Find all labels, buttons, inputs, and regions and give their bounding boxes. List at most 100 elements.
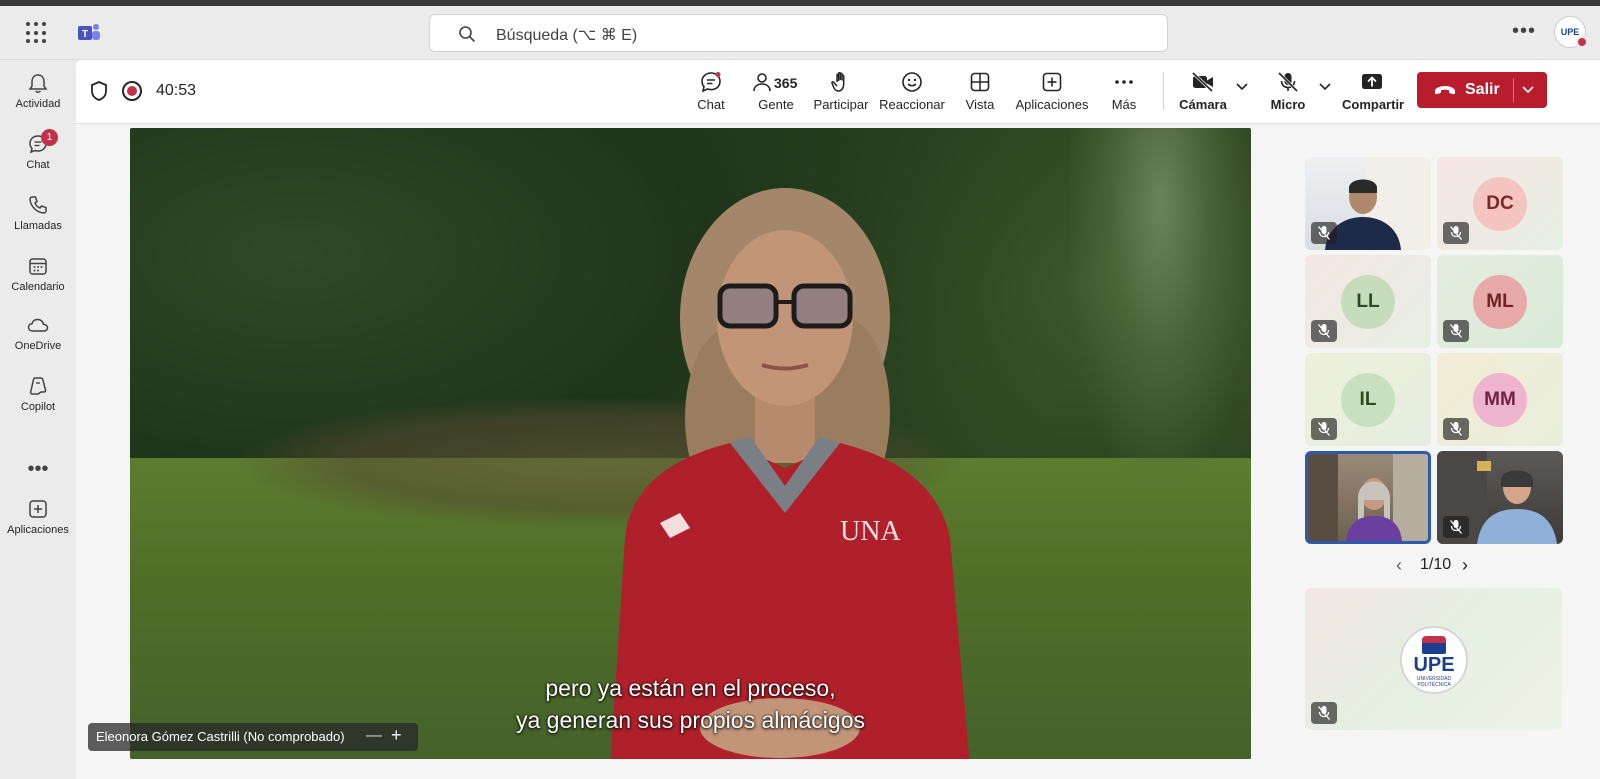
settings-more-button[interactable]: ••• [1512, 20, 1536, 43]
chat-icon [701, 72, 721, 93]
teams-logo-icon: T [78, 24, 100, 40]
rail-item-calls[interactable]: Llamadas [0, 186, 76, 244]
camera-button[interactable]: Cámara [1178, 66, 1228, 120]
participant-tile-video[interactable] [1437, 451, 1563, 544]
apps-label: Aplicaciones [1015, 97, 1089, 112]
bell-icon [28, 74, 48, 93]
toolbar-divider [1163, 72, 1164, 110]
mic-label: Micro [1270, 97, 1306, 112]
speaker-name: Eleonora Gómez Castrilli (No comprobado) [96, 729, 345, 744]
pager-page-indicator: 1/10 [1420, 556, 1452, 573]
cloud-icon [27, 318, 49, 332]
share-button[interactable]: Compartir [1342, 66, 1405, 120]
title-bar: T Búsqueda (⌥ ⌘ E) ••• UPE [0, 6, 1600, 60]
people-label: Gente [758, 97, 794, 112]
chat-unread-badge: 1 [41, 129, 58, 146]
upe-logo-text: UPE [1413, 654, 1455, 676]
pager-prev-button[interactable]: ‹ [1396, 555, 1402, 576]
participant-tile-initials[interactable]: ML [1437, 255, 1563, 348]
search-icon [459, 26, 475, 42]
participant-tile-initials[interactable]: DC [1437, 157, 1563, 250]
participant-tile-initials[interactable]: LL [1305, 255, 1431, 348]
presence-busy-icon [1576, 36, 1588, 48]
more-icon [1115, 80, 1133, 84]
raise-hand-label: Participar [813, 97, 869, 112]
add-apps-icon [29, 500, 47, 518]
rail-label: Chat [26, 159, 50, 171]
muted-mic-indicator [1443, 418, 1469, 440]
mic-off-icon [1318, 226, 1330, 240]
leave-options-chevron-icon[interactable] [1521, 85, 1535, 95]
mic-off-icon [1450, 422, 1462, 436]
caption-line-1: pero ya están en el proceso, [545, 675, 836, 701]
smiley-icon [902, 72, 922, 92]
react-label: Reaccionar [879, 97, 945, 112]
main-speaker-video[interactable]: UNA pero ya están en el proceso, ya gene… [130, 128, 1251, 759]
chat-label: Chat [697, 97, 725, 112]
rail-label: OneDrive [14, 340, 62, 352]
share-label: Compartir [1342, 97, 1405, 112]
rail-item-onedrive[interactable]: OneDrive [0, 306, 76, 364]
rail-item-copilot[interactable]: Copilot [0, 367, 76, 425]
search-placeholder: Búsqueda (⌥ ⌘ E) [496, 27, 638, 44]
rail-item-chat[interactable]: Chat 1 [0, 125, 76, 183]
mic-off-icon [1318, 706, 1330, 720]
add-apps-icon [1042, 72, 1062, 92]
room-tile[interactable]: UPE UNIVERSIDAD POLITECNICA [1305, 588, 1562, 730]
chat-button[interactable]: Chat [690, 66, 732, 120]
people-icon [753, 73, 771, 92]
upe-logo-subtext: UNIVERSIDAD POLITECNICA [1416, 676, 1452, 688]
participant-tile-video-active[interactable] [1305, 451, 1431, 544]
copilot-icon [29, 377, 47, 395]
mic-off-icon [1277, 71, 1299, 93]
people-button[interactable]: 365 Gente [748, 66, 804, 120]
zoom-in-button[interactable]: + [391, 725, 402, 746]
upe-crest-icon [1422, 636, 1446, 654]
app-launcher-icon[interactable] [26, 22, 48, 44]
recording-icon [122, 81, 142, 101]
participant-tile-initials[interactable]: MM [1437, 353, 1563, 446]
participant-avatar: MM [1473, 373, 1527, 427]
muted-mic-indicator [1311, 222, 1337, 244]
participant-tile-video[interactable] [1305, 157, 1431, 250]
muted-mic-indicator [1311, 702, 1337, 724]
participant-avatar: LL [1341, 275, 1395, 329]
participant-avatar: DC [1473, 177, 1527, 231]
camera-options-chevron-icon[interactable] [1235, 82, 1249, 92]
upe-logo: UPE UNIVERSIDAD POLITECNICA [1400, 626, 1468, 694]
rail-label: Aplicaciones [7, 524, 69, 536]
people-count: 365 [774, 75, 798, 91]
more-label: Más [1111, 97, 1137, 112]
leave-divider [1513, 78, 1514, 102]
video-background-trees [1070, 128, 1251, 488]
react-button[interactable]: Reaccionar [878, 66, 946, 120]
mic-off-icon [1450, 324, 1462, 338]
app-rail: Actividad Chat 1 Llamadas Calendario One… [0, 60, 76, 779]
rail-item-calendar[interactable]: Calendario [0, 247, 76, 305]
svg-text:T: T [82, 29, 88, 40]
rail-item-activity[interactable]: Actividad [0, 64, 76, 122]
participant-avatar: IL [1341, 373, 1395, 427]
rail-more-apps-button[interactable]: ••• [0, 458, 76, 481]
participant-avatar: ML [1473, 275, 1527, 329]
mic-off-icon [1318, 324, 1330, 338]
speaker-name-tag: Eleonora Gómez Castrilli (No comprobado)… [88, 723, 418, 751]
pager-next-button[interactable]: › [1462, 555, 1468, 576]
search-box[interactable]: Búsqueda (⌥ ⌘ E) [429, 14, 1168, 52]
mic-options-chevron-icon[interactable] [1318, 82, 1332, 92]
rail-label: Llamadas [14, 220, 62, 232]
phone-icon [29, 196, 47, 214]
rail-item-apps[interactable]: Aplicaciones [0, 490, 76, 548]
shield-icon[interactable] [90, 80, 108, 102]
leave-button[interactable]: Salir [1417, 72, 1547, 108]
raise-hand-button[interactable]: Participar [812, 66, 870, 120]
rail-label: Actividad [15, 98, 61, 110]
apps-button[interactable]: Aplicaciones [1012, 66, 1092, 120]
participant-tile-initials[interactable]: IL [1305, 353, 1431, 446]
zoom-out-button[interactable]: — [366, 727, 382, 745]
mic-button[interactable]: Micro [1266, 66, 1310, 120]
view-button[interactable]: Vista [958, 66, 1002, 120]
muted-mic-indicator [1443, 222, 1469, 244]
more-options-button[interactable]: Más [1106, 66, 1142, 120]
svg-text:UNA: UNA [840, 516, 901, 547]
